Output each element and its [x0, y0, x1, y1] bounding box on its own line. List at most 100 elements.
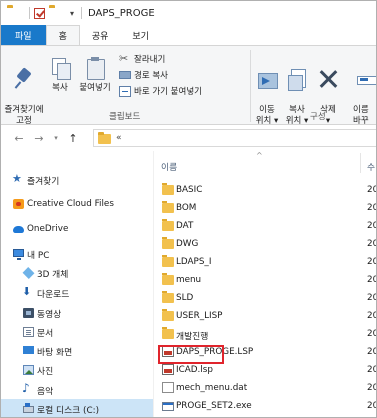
file-row[interactable]: mech_menu.dat 20	[154, 379, 376, 397]
nav-item-local-disk[interactable]: 로컬 디스크 (C:)	[1, 399, 153, 417]
nav-item-creative-cloud[interactable]: Creative Cloud Files	[1, 194, 153, 214]
forward-arrow-icon[interactable]: →	[31, 132, 47, 145]
copy-button[interactable]: 복사	[47, 56, 73, 94]
copy-to-label: 복사 위치 ▾	[285, 105, 309, 126]
back-arrow-icon[interactable]: ←	[11, 132, 27, 145]
clipboard-group-label: 클립보드	[109, 112, 141, 122]
column-separator[interactable]	[360, 153, 361, 173]
scissors-icon	[119, 52, 131, 65]
file-row[interactable]: menu 20	[154, 271, 376, 289]
file-row[interactable]: PROGE_SET2.exe 20	[154, 397, 376, 415]
copy-to-button[interactable]: 복사 위치 ▾	[283, 56, 311, 127]
file-row[interactable]: DAT 20	[154, 217, 376, 235]
file-date: 20	[367, 401, 376, 411]
delete-icon	[317, 67, 339, 91]
ribbon: 즐겨찾기에 고정 복사 붙여넣기 잘라내기 경로 복사 바로 가기 붙여넣기 클…	[1, 45, 376, 127]
properties-checkbox-icon[interactable]	[34, 7, 45, 19]
file-row[interactable]: SLD 20	[154, 289, 376, 307]
nav-item-label: 사진	[37, 366, 54, 377]
file-name: DAT	[176, 221, 194, 231]
nav-item-this-pc[interactable]: 내 PC	[1, 244, 153, 264]
quick-access-dropdown-icon[interactable]: ▾	[70, 9, 74, 18]
file-row[interactable]: DWG 20	[154, 235, 376, 253]
file-row[interactable]: USER_LISP 20	[154, 307, 376, 325]
desktop-icon	[23, 346, 34, 354]
shortcut-icon	[119, 85, 131, 97]
sort-ascending-icon: ^	[256, 151, 263, 160]
title-bar: ▾ DAPS_PROGE	[1, 1, 376, 25]
computer-icon	[13, 249, 24, 260]
ribbon-group-separator	[250, 50, 251, 122]
paste-button[interactable]: 붙여넣기	[75, 56, 115, 94]
cut-button[interactable]: 잘라내기	[119, 52, 166, 66]
address-overflow-label[interactable]: «	[116, 133, 122, 143]
nav-item-pictures[interactable]: 사진	[1, 360, 153, 380]
paste-shortcut-button[interactable]: 바로 가기 붙여넣기	[119, 85, 202, 97]
new-folder-icon[interactable]	[49, 7, 63, 19]
organize-group-label: 구성	[310, 112, 326, 122]
picture-icon	[23, 365, 34, 375]
star-icon	[12, 172, 24, 185]
file-name: BASIC	[176, 185, 203, 195]
paste-icon	[84, 56, 106, 80]
nav-item-onedrive[interactable]: OneDrive	[1, 219, 153, 239]
nav-item-downloads[interactable]: 다운로드	[1, 283, 153, 303]
file-list: ^ 이름 수 BASIC 20 BOM 20 DAT 20 DWG 20 LDA…	[154, 151, 376, 417]
nav-item-desktop[interactable]: 바탕 화면	[1, 341, 153, 361]
folder-icon	[98, 131, 111, 144]
window-title: DAPS_PROGE	[88, 7, 155, 19]
recent-locations-chevron-icon[interactable]: ▾	[51, 134, 61, 142]
paste-label: 붙여넣기	[79, 83, 111, 93]
file-date: 20	[367, 311, 376, 321]
explorer-window: ▾ DAPS_PROGE 파일 홈 공유 보기 즐겨찾기에 고정 복사 붙여넣기…	[0, 0, 377, 418]
tab-file[interactable]: 파일	[1, 25, 46, 45]
pin-label: 즐겨찾기에 고정	[4, 105, 44, 126]
nav-item-videos[interactable]: 동영상	[1, 303, 153, 323]
nav-item-label: 로컬 디스크 (C:)	[37, 405, 100, 416]
file-name: SLD	[176, 293, 194, 303]
nav-item-label: 문서	[37, 328, 54, 339]
file-name: mech_menu.dat	[176, 383, 248, 393]
tab-share[interactable]: 공유	[80, 25, 121, 45]
video-icon	[23, 308, 34, 318]
nav-item-3d-objects[interactable]: 3D 개체	[1, 263, 153, 283]
nav-item-label: 3D 개체	[37, 269, 69, 280]
document-icon	[23, 327, 34, 337]
move-to-button[interactable]: 이동 위치 ▾	[253, 56, 281, 127]
copy-path-label: 경로 복사	[134, 71, 168, 81]
cut-label: 잘라내기	[134, 55, 166, 65]
file-row[interactable]: 개발진행 20	[154, 325, 376, 343]
nav-item-music[interactable]: 음악	[1, 380, 153, 400]
tab-home[interactable]: 홈	[45, 25, 80, 45]
copy-path-button[interactable]: 경로 복사	[119, 69, 168, 81]
address-bar[interactable]: «	[93, 129, 376, 147]
ribbon-tabs: 파일 홈 공유 보기	[1, 25, 376, 45]
lisp-file-icon	[162, 364, 174, 375]
file-row[interactable]: BASIC 20	[154, 181, 376, 199]
pin-icon	[13, 67, 35, 91]
column-header-row: ^ 이름 수	[154, 151, 376, 173]
nav-item-documents[interactable]: 문서	[1, 322, 153, 342]
file-name: BOM	[176, 203, 197, 213]
folder-icon	[162, 219, 174, 231]
file-row[interactable]: LDAPS_I 20	[154, 253, 376, 271]
exe-file-icon	[162, 402, 174, 411]
column-header-name[interactable]: 이름	[161, 160, 177, 173]
move-to-icon	[256, 67, 278, 91]
file-date: 20	[367, 185, 376, 195]
file-row[interactable]: BOM 20	[154, 199, 376, 217]
file-name: DWG	[176, 239, 199, 249]
up-arrow-icon[interactable]: ↑	[65, 132, 81, 145]
navigation-bar: ← → ▾ ↑ «	[1, 125, 376, 151]
pin-to-quick-access-button[interactable]: 즐겨찾기에 고정	[3, 56, 45, 127]
file-name: USER_LISP	[176, 311, 223, 321]
tab-view[interactable]: 보기	[120, 25, 161, 45]
folder-icon	[162, 237, 174, 249]
nav-item-quick-access[interactable]: 즐겨찾기	[1, 170, 153, 190]
nav-item-label: 바탕 화면	[37, 347, 73, 358]
copy-to-icon	[286, 67, 308, 91]
column-header-date[interactable]: 수	[367, 160, 375, 173]
rename-button[interactable]: 이름 바꾸	[353, 56, 376, 127]
folder-icon	[162, 183, 174, 195]
highlight-box	[158, 345, 224, 364]
